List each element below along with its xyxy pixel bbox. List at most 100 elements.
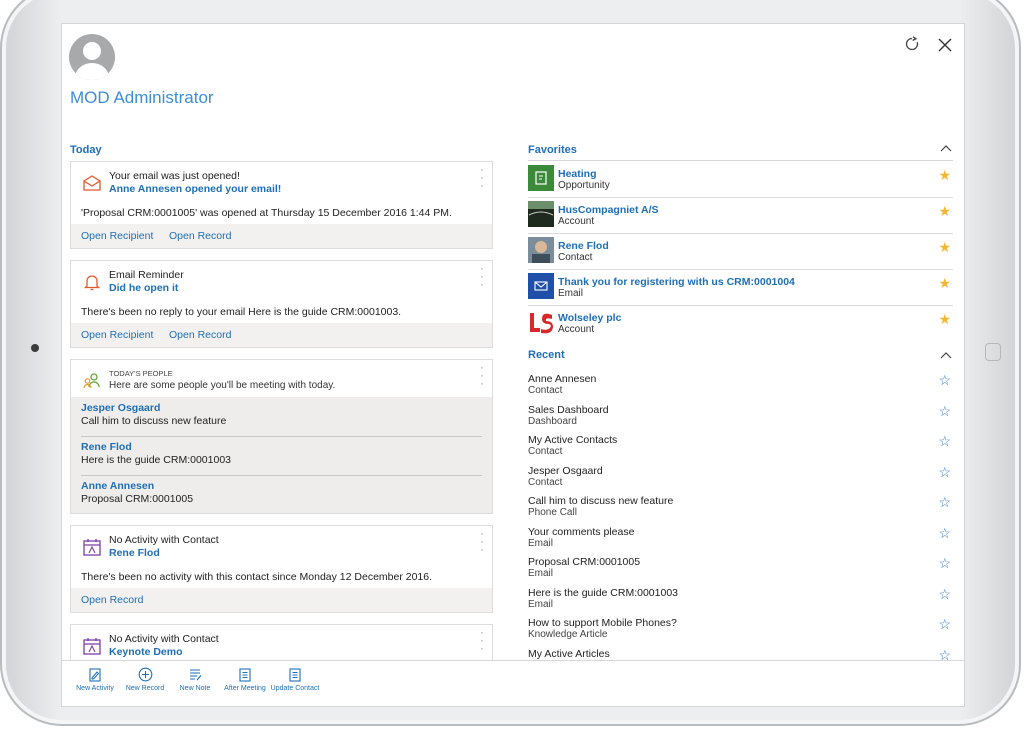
recent-type: Phone Call [528, 507, 577, 518]
recent-name[interactable]: Here is the guide CRM:0001003 [528, 587, 678, 599]
todays-people-card: · · · TODAY'S PEOPLE Here are some people … [70, 359, 493, 514]
star-outline-icon[interactable]: ☆ [938, 433, 951, 450]
people-icon [82, 371, 102, 391]
card-subtitle[interactable]: Did he open it [109, 282, 178, 294]
refresh-icon[interactable] [904, 36, 920, 57]
clipboard-edit-icon [70, 667, 120, 682]
star-outline-icon[interactable]: ☆ [938, 403, 951, 420]
recent-item[interactable]: Anne Annesen Contact ☆ [528, 371, 953, 401]
card-title: No Activity with Contact [109, 534, 219, 546]
star-filled-icon[interactable]: ★ [938, 167, 951, 184]
favorite-item[interactable]: Rene Flod Contact ★ [528, 233, 953, 270]
contact-photo [528, 237, 554, 263]
favorite-name[interactable]: Wolseley plc [558, 312, 621, 324]
avatar[interactable] [69, 34, 115, 80]
favorite-name[interactable]: HusCompagniet A/S [558, 204, 659, 216]
open-record-link[interactable]: Open Record [169, 329, 231, 341]
collapse-favorites-icon[interactable] [940, 144, 952, 155]
home-button[interactable] [985, 343, 1001, 361]
person-name[interactable]: Anne Annesen [81, 480, 154, 492]
favorite-item[interactable]: Wolseley plc Account ★ [528, 305, 953, 341]
card-title: Email Reminder [109, 269, 184, 281]
recent-name[interactable]: Sales Dashboard [528, 404, 609, 416]
card-subtitle[interactable]: Anne Annesen opened your email! [109, 183, 281, 195]
card-body: There's been no reply to your email Here… [81, 306, 402, 318]
recent-item[interactable]: How to support Mobile Phones? Knowledge … [528, 615, 953, 645]
person-name[interactable]: Jesper Osgaard [81, 402, 160, 414]
email-thumbnail [528, 273, 554, 299]
open-envelope-icon [82, 173, 102, 193]
account-logo [528, 309, 554, 335]
recent-name[interactable]: Jesper Osgaard [528, 465, 603, 477]
card-title: Your email was just opened! [109, 170, 240, 182]
recent-name[interactable]: Proposal CRM:0001005 [528, 556, 640, 568]
star-filled-icon[interactable]: ★ [938, 311, 951, 328]
open-recipient-link[interactable]: Open Recipient [81, 230, 153, 242]
card-subtitle[interactable]: Rene Flod [109, 547, 160, 559]
screen: MOD Administrator Today · · · Your email w… [62, 24, 964, 706]
more-options-icon[interactable]: · · · [480, 163, 484, 191]
recent-item[interactable]: Call him to discuss new feature Phone Ca… [528, 493, 953, 523]
recent-name[interactable]: My Active Articles [528, 648, 610, 660]
recent-type: Contact [528, 385, 563, 396]
after-meeting-button[interactable]: After Meeting [220, 667, 270, 693]
recent-name[interactable]: Anne Annesen [528, 373, 596, 385]
new-note-button[interactable]: New Note [170, 667, 220, 693]
recent-item[interactable]: Proposal CRM:0001005 Email ☆ [528, 554, 953, 584]
list-item[interactable]: Anne Annesen Proposal CRM:0001005 [81, 475, 482, 513]
person-activity: Here is the guide CRM:0001003 [81, 454, 232, 466]
star-outline-icon[interactable]: ☆ [938, 525, 951, 542]
star-filled-icon[interactable]: ★ [938, 239, 951, 256]
more-options-icon[interactable]: · · · [480, 527, 484, 555]
bell-icon [82, 272, 102, 292]
new-activity-button[interactable]: New Activity [70, 667, 120, 693]
collapse-recent-icon[interactable] [940, 351, 952, 362]
open-record-link[interactable]: Open Record [169, 230, 231, 242]
recent-item[interactable]: Your comments please Email ☆ [528, 524, 953, 554]
favorite-item[interactable]: Thank you for registering with us CRM:00… [528, 269, 953, 306]
recent-type: Contact [528, 446, 563, 457]
open-record-link[interactable]: Open Record [81, 594, 143, 606]
favorite-item[interactable]: HusCompagniet A/S Account ★ [528, 197, 953, 234]
favorite-item[interactable]: Heating Opportunity ★ [528, 161, 953, 198]
recent-name[interactable]: How to support Mobile Phones? [528, 617, 677, 629]
new-record-button[interactable]: New Record [120, 667, 170, 693]
open-recipient-link[interactable]: Open Recipient [81, 329, 153, 341]
star-outline-icon[interactable]: ☆ [938, 555, 951, 572]
recent-type: Knowledge Article [528, 629, 608, 640]
bottom-toolbar: New Activity New Record New Note After M… [62, 660, 964, 706]
more-options-icon[interactable]: · · · [480, 626, 484, 654]
recent-item[interactable]: My Active Contacts Contact ☆ [528, 432, 953, 462]
today-heading: Today [70, 144, 102, 156]
close-icon[interactable] [938, 36, 952, 57]
card-subtitle[interactable]: Keynote Demo [109, 646, 183, 658]
recent-type: Dashboard [528, 416, 577, 427]
button-label: Update Contact [270, 685, 320, 692]
person-name[interactable]: Rene Flod [81, 441, 132, 453]
recent-item[interactable]: Here is the guide CRM:0001003 Email ☆ [528, 585, 953, 615]
opportunity-thumbnail [528, 165, 554, 191]
recent-item[interactable]: Jesper Osgaard Contact ☆ [528, 463, 953, 493]
favorite-type: Email [558, 288, 584, 299]
star-outline-icon[interactable]: ☆ [938, 616, 951, 633]
star-outline-icon[interactable]: ☆ [938, 586, 951, 603]
more-options-icon[interactable]: · · · [480, 361, 484, 389]
recent-item[interactable]: Sales Dashboard Dashboard ☆ [528, 402, 953, 432]
favorite-name[interactable]: Rene Flod [558, 240, 609, 252]
clipboard-list-icon [270, 667, 320, 682]
account-logo [528, 201, 554, 227]
list-item[interactable]: Jesper Osgaard Call him to discuss new f… [81, 397, 482, 435]
favorite-name[interactable]: Thank you for registering with us CRM:00… [558, 276, 795, 288]
recent-name[interactable]: My Active Contacts [528, 434, 617, 446]
star-filled-icon[interactable]: ★ [938, 275, 951, 292]
update-contact-button[interactable]: Update Contact [270, 667, 320, 693]
recent-name[interactable]: Call him to discuss new feature [528, 495, 673, 507]
recent-name[interactable]: Your comments please [528, 526, 634, 538]
star-outline-icon[interactable]: ☆ [938, 464, 951, 481]
list-item[interactable]: Rene Flod Here is the guide CRM:0001003 [81, 436, 482, 474]
star-outline-icon[interactable]: ☆ [938, 372, 951, 389]
star-outline-icon[interactable]: ☆ [938, 494, 951, 511]
star-filled-icon[interactable]: ★ [938, 203, 951, 220]
more-options-icon[interactable]: · · · [480, 262, 484, 290]
favorite-name[interactable]: Heating [558, 168, 597, 180]
